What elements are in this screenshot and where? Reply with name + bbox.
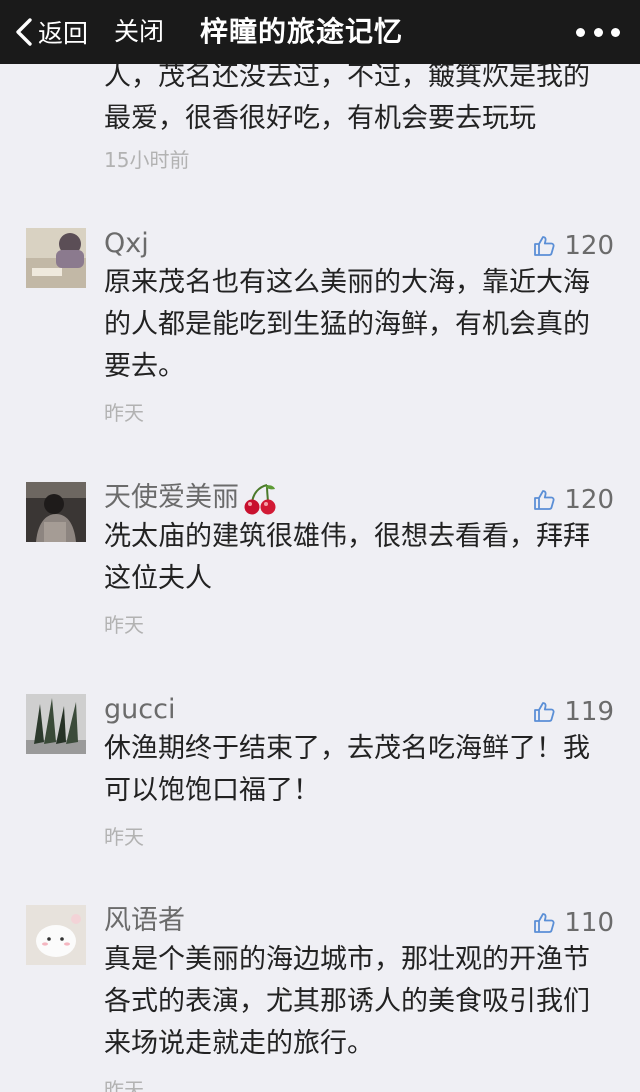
avatar[interactable] <box>26 228 86 288</box>
comment-time: 15小时前 <box>104 148 190 172</box>
like-count: 110 <box>564 908 614 938</box>
comment-text: 真是个美丽的海边城市，那壮观的开渔节各式的表演，尤其那诱人的美食吸引我们来场说走… <box>104 944 590 1059</box>
comment-time: 昨天 <box>104 401 144 425</box>
comment-text: 人，茂名还没去过，不过，簸箕炊是我的最爱，很香很好吃，有机会要去玩玩 <box>104 64 590 134</box>
more-dots-icon[interactable] <box>576 20 620 44</box>
comment-time: 昨天 <box>104 1078 144 1092</box>
avatar[interactable] <box>26 482 86 542</box>
comment-feed[interactable]: 人，茂名还没去过，不过，簸箕炊是我的最爱，很香很好吃，有机会要去玩玩 15小时前… <box>0 64 640 1092</box>
page-title: 梓瞳的旅途记忆 <box>200 15 404 48</box>
like-count: 120 <box>564 231 614 261</box>
like-count: 120 <box>564 485 614 515</box>
like-button[interactable]: 120 <box>532 228 614 264</box>
close-button[interactable]: 关闭 <box>114 10 164 54</box>
more-dot <box>593 27 603 37</box>
top-navbar: 返回 关闭 梓瞳的旅途记忆 <box>0 0 640 64</box>
thumbs-up-icon <box>534 702 555 722</box>
comment-text: 原来茂名也有这么美丽的大海，靠近大海的人都是能吃到生猛的海鲜，有机会真的要去。 <box>104 267 590 382</box>
chevron-left-icon <box>16 18 32 46</box>
comment-text: 冼太庙的建筑很雄伟，很想去看看，拜拜这位夫人 <box>104 521 590 594</box>
avatar[interactable] <box>26 905 86 965</box>
comment-time: 昨天 <box>104 613 144 637</box>
commenter-name[interactable]: Qxj <box>104 226 149 262</box>
like-button[interactable]: 110 <box>532 905 614 941</box>
commenter-name-text: 天使爱美丽 <box>104 482 239 513</box>
avatar[interactable] <box>26 694 86 754</box>
commenter-name[interactable]: 风语者 <box>104 903 185 939</box>
thumbs-up-icon <box>534 490 555 510</box>
like-count: 119 <box>564 697 614 727</box>
cherry-icon <box>244 483 276 514</box>
like-button[interactable]: 119 <box>532 694 614 730</box>
commenter-name[interactable]: 天使爱美丽 <box>104 480 277 516</box>
like-button[interactable]: 120 <box>532 482 614 518</box>
commenter-name[interactable]: gucci <box>104 692 175 728</box>
thumbs-up-icon <box>534 236 555 256</box>
comment-time: 昨天 <box>104 825 144 849</box>
back-button[interactable]: 返回 <box>14 10 88 54</box>
thumbs-up-icon <box>534 913 555 933</box>
more-dot <box>576 27 585 37</box>
more-dot <box>611 27 620 37</box>
back-button-label: 返回 <box>38 19 89 48</box>
comment-text: 休渔期终于结束了，去茂名吃海鲜了！我可以饱饱口福了！ <box>104 733 590 806</box>
